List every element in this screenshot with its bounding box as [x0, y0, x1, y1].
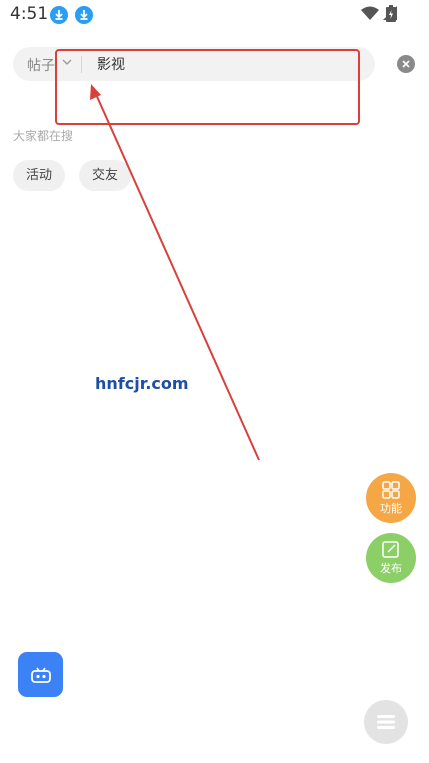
edit-icon: [382, 540, 399, 558]
menu-icon: [377, 715, 395, 729]
annotation-arrow: [90, 84, 260, 461]
robot-icon: [30, 667, 51, 683]
post-button[interactable]: 发布: [366, 533, 416, 583]
post-button-label: 发布: [380, 561, 402, 575]
function-button-label: 功能: [380, 501, 402, 515]
watermark-text: hnfcjr.com: [95, 374, 189, 393]
menu-button[interactable]: [364, 700, 408, 744]
grid-icon: [382, 480, 400, 499]
function-button[interactable]: 功能: [366, 473, 416, 523]
robot-assistant-button[interactable]: [18, 652, 63, 697]
